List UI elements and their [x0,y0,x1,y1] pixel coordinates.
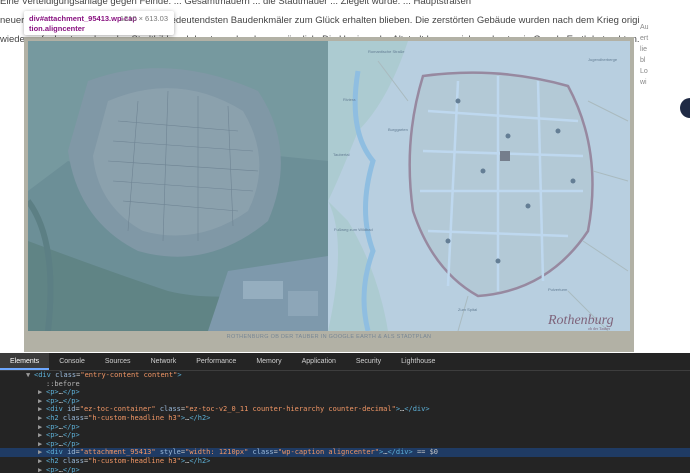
tab-console[interactable]: Console [49,353,95,370]
figure-attachment[interactable]: Romantische Straße Jugendherberge Zum Sp… [24,37,634,352]
expand-arrow-icon[interactable]: ▼ [26,371,34,380]
collapse-arrow-icon[interactable]: ▶ [38,397,46,406]
element-inspector-tooltip: div#attachment_95413.wp-cap tion.alignce… [24,11,174,35]
sidebar-text: Au ert lie bl Lo wi [640,0,690,353]
svg-text:Riviera: Riviera [343,97,356,102]
sidebar-line: bl [640,57,646,64]
dom-node-row[interactable]: ▼ <div class="entry-content content"> [0,371,690,380]
dom-node-row[interactable]: ▶ <p>…</p> [0,388,690,397]
svg-text:Taubertal: Taubertal [333,152,350,157]
svg-text:Zum Spital: Zum Spital [458,307,477,312]
svg-text:Pulverturm: Pulverturm [548,287,568,292]
tab-sources[interactable]: Sources [95,353,141,370]
collapse-arrow-icon[interactable]: ▶ [38,431,46,440]
city-comparison-image: Romantische Straße Jugendherberge Zum Sp… [28,41,630,331]
selected-dom-node[interactable]: ▶ <div id="attachment_95413" style="width… [0,448,690,457]
collapse-arrow-icon[interactable]: ▶ [38,423,46,432]
tab-performance[interactable]: Performance [186,353,246,370]
svg-text:Romantische Straße: Romantische Straße [368,49,405,54]
dom-node-row[interactable]: ▶ <p>…</p> [0,431,690,440]
article-line-1: Eine Verteidigungsanlage gegen Feinde. .… [0,0,472,7]
dom-node-row[interactable]: ▶ <p>…</p> [0,440,690,449]
figure-image[interactable]: Romantische Straße Jugendherberge Zum Sp… [28,41,630,331]
dom-node-row[interactable]: ▶ <div id="ez-toc-container" class="ez-to… [0,405,690,414]
collapse-arrow-icon[interactable]: ▶ [38,414,46,423]
dom-node-markup: <p>…</p> [46,431,80,440]
svg-text:Burggarten: Burggarten [388,127,408,132]
tab-lighthouse[interactable]: Lighthouse [391,353,445,370]
collapse-arrow-icon[interactable]: ▶ [38,457,46,466]
street-map: Romantische Straße Jugendherberge Zum Sp… [328,41,630,331]
dom-node-row[interactable]: ▶ <h2 class="h-custom-headline h3">…</h2> [0,414,690,423]
dom-node-row[interactable]: ::before [0,380,690,389]
dom-node-row[interactable]: ▶ <p>…</p> [0,397,690,406]
tab-security[interactable]: Security [346,353,391,370]
dom-node-markup: <p>…</p> [46,439,80,448]
dom-node-markup: <div class="entry-content content"> [34,371,182,379]
dom-node-row[interactable]: ▶ <p>…</p> [0,423,690,432]
tooltip-dimensions: 1210 × 613.03 [119,14,168,23]
devtools-panel: Elements Console Sources Network Performance… [0,353,690,474]
figure-caption: ROTHENBURG OB DER TAUBER IN GOOGLE EARTH… [226,334,432,340]
dom-node-markup: <div id="ez-toc-container" class="ez-toc… [46,405,430,414]
dom-node-markup: <h2 class="h-custom-headline h3">…</h2> [46,413,211,422]
sidebar-line: ert [640,35,649,42]
aerial-view [28,41,328,331]
sidebar-line: lie [640,46,648,53]
svg-text:Fußweg zum Wildbad: Fußweg zum Wildbad [334,227,373,232]
collapse-arrow-icon[interactable]: ▶ [38,448,46,457]
collapse-arrow-icon[interactable]: ▶ [38,405,46,414]
tooltip-selector-line-2: tion.aligncenter [29,24,85,33]
dom-node-markup: <div id="attachment_95413" style="width:… [46,448,439,457]
tab-application[interactable]: Application [292,353,346,370]
dom-node-markup: <p>…</p> [46,388,80,397]
sidebar-line: Au [640,24,649,31]
web-page: Eine Verteidigungsanlage gegen Feinde. .… [0,0,690,353]
devtools-tab-bar: Elements Console Sources Network Performance… [0,353,690,371]
sidebar-line: wi [640,79,647,86]
tab-network[interactable]: Network [141,353,187,370]
dom-node-markup: ::before [46,379,80,388]
dom-node-markup: <p>…</p> [46,422,80,431]
svg-text:Jugendherberge: Jugendherberge [588,57,618,62]
dom-node-markup: <p>…</p> [46,396,80,405]
collapse-arrow-icon[interactable]: ▶ [38,388,46,397]
tab-elements[interactable]: Elements [0,353,50,370]
dom-node-row[interactable]: ▶ <h2 class="h-custom-headline h3">…</h2> [0,457,690,466]
dom-node-markup: <h2 class="h-custom-headline h3">…</h2> [46,456,211,465]
collapse-arrow-icon[interactable]: ▶ [38,440,46,449]
dom-node-markup: <p>…</p> [46,465,80,474]
sidebar-line: Lo [640,68,648,75]
elements-tree: ▼ <div class="entry-content content">::be… [0,371,690,474]
tab-memory[interactable]: Memory [246,353,291,370]
